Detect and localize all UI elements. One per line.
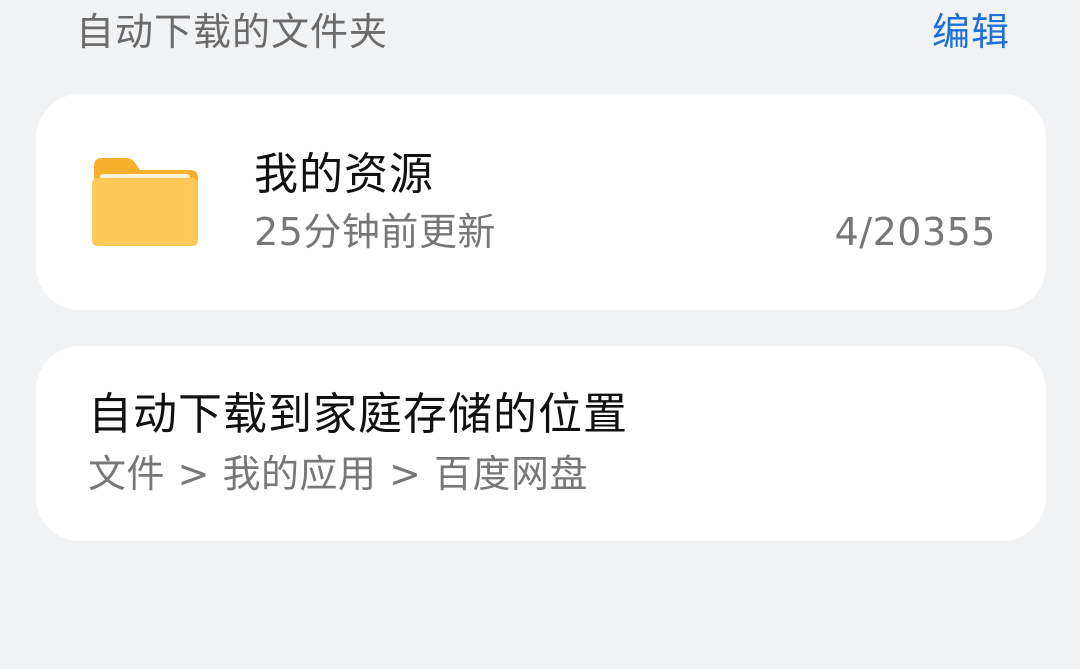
header: 自动下载的文件夹 编辑 [0, 0, 1080, 70]
folder-name: 我的资源 [254, 149, 434, 200]
folder-file-count: 4/20355 [834, 210, 996, 254]
download-location-path: 文件 > 我的应用 > 百度网盘 [88, 452, 588, 496]
folder-updated-time: 25分钟前更新 [254, 210, 496, 254]
download-location-title: 自动下载到家庭存储的位置 [88, 389, 628, 440]
edit-button[interactable]: 编辑 [932, 6, 1010, 58]
folder-icon [90, 156, 200, 248]
download-location-card[interactable]: 自动下载到家庭存储的位置 文件 > 我的应用 > 百度网盘 [36, 346, 1046, 541]
folder-card[interactable]: 我的资源 25分钟前更新 4/20355 [36, 94, 1046, 310]
section-title: 自动下载的文件夹 [76, 10, 389, 54]
